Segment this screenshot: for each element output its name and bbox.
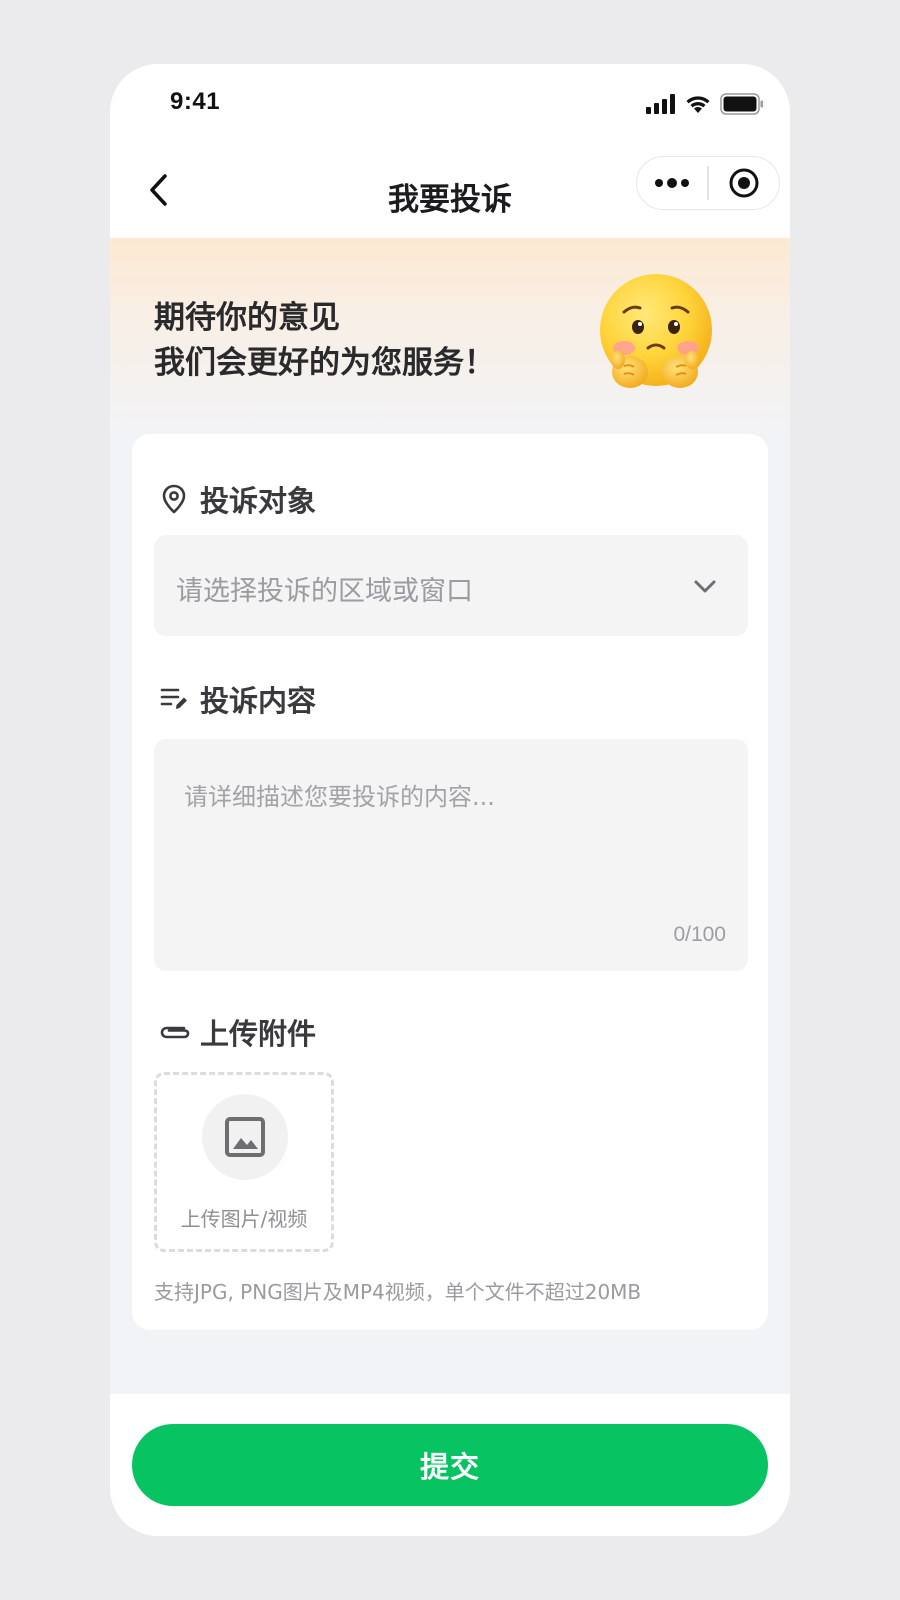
content-placeholder: 请详细描述您要投诉的内容... [184,783,495,811]
status-icons [646,92,764,116]
upload-label: 上传图片/视频 [180,1207,308,1231]
more-icon [655,178,690,188]
banner: 期待你的意见 我们会更好的为您服务！ [110,238,790,438]
signal-icon [646,94,675,114]
mini-program-capsule [636,156,780,210]
attachment-label: 上传附件 [200,1017,317,1051]
banner-line-1: 期待你的意见 [154,300,340,336]
upload-media-button[interactable]: 上传图片/视频 [154,1072,334,1252]
chevron-down-icon [694,580,716,593]
target-select[interactable]: 请选择投诉的区域或窗口 [154,535,748,636]
content-label: 投诉内容 [200,684,317,718]
attachment-section-label: 上传附件 [158,1011,316,1053]
target-label: 投诉对象 [200,484,317,518]
upload-icon-circle [202,1094,288,1180]
target-select-placeholder: 请选择投诉的区域或窗口 [176,576,473,607]
image-icon [225,1117,265,1157]
target-section-label: 投诉对象 [158,478,316,520]
location-icon [158,483,190,515]
content-textarea[interactable]: 请详细描述您要投诉的内容... 0/100 [154,739,748,971]
footer: 提交 [110,1394,790,1536]
submit-button[interactable]: 提交 [132,1424,768,1506]
content-char-counter: 0/100 [673,923,726,946]
status-bar: 9:41 [110,64,790,144]
pleading-face-emoji-icon [600,274,712,388]
battery-icon [720,93,763,115]
content-section-label: 投诉内容 [158,678,316,720]
complaint-form-card: 投诉对象 请选择投诉的区域或窗口 投诉内容 请详细描述您要投诉的内容... 0/… [132,434,768,1330]
more-button[interactable] [637,157,707,209]
phone-screen: 9:41 我要投诉 期待你的意见 我们会更好的为您服务！ 投诉对象 请选择投诉的… [110,64,790,1536]
paperclip-icon [158,1016,190,1048]
banner-line-2: 我们会更好的为您服务！ [154,345,495,381]
wifi-icon [686,96,710,113]
edit-lines-icon [158,683,190,715]
close-mini-program-icon [729,168,759,198]
status-time: 9:41 [170,88,221,115]
nav-bar: 我要投诉 [110,144,790,238]
upload-hint: 支持JPG, PNG图片及MP4视频，单个文件不超过20MB [154,1280,642,1304]
close-mini-program-button[interactable] [709,157,779,209]
